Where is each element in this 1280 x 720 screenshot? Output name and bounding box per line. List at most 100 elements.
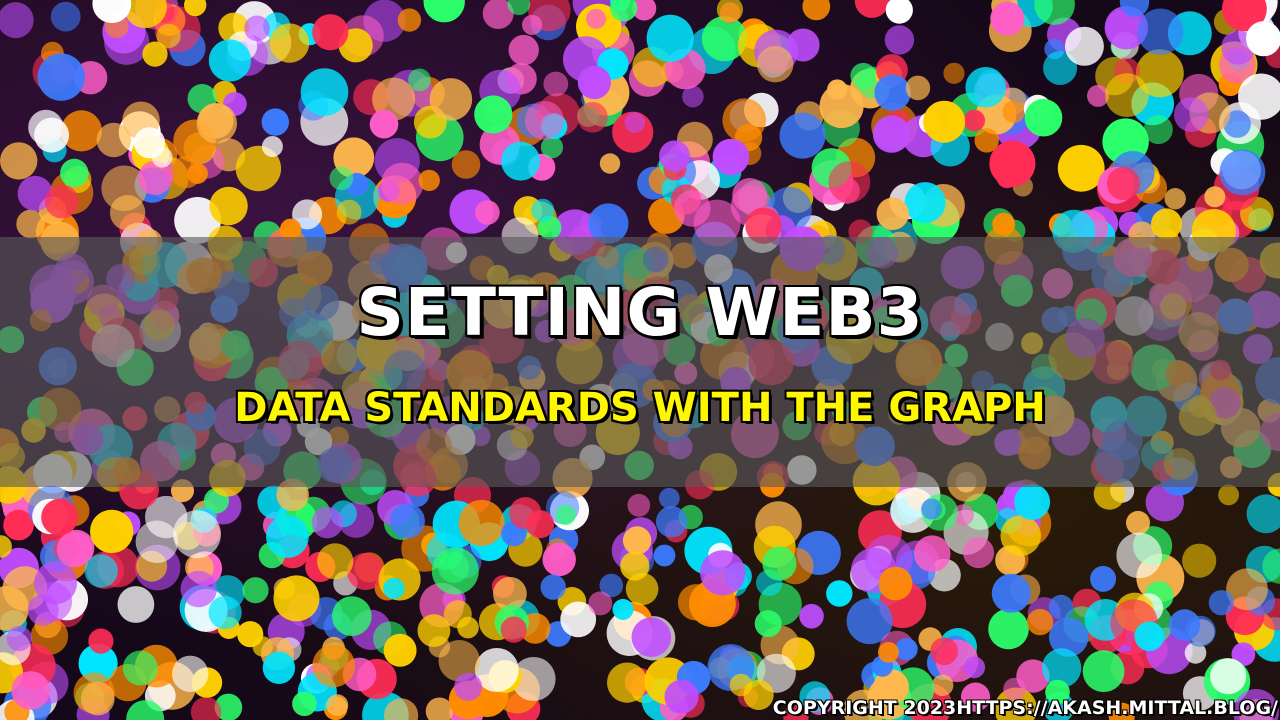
bokeh-light — [1116, 532, 1162, 579]
bokeh-light — [80, 681, 115, 716]
bokeh-light — [317, 543, 354, 580]
bokeh-light — [312, 644, 356, 688]
bokeh-light — [1208, 590, 1234, 616]
bokeh-light — [1246, 21, 1280, 57]
bokeh-light — [646, 14, 694, 62]
bokeh-light — [599, 153, 621, 174]
bokeh-light — [292, 691, 317, 717]
bokeh-light — [369, 109, 399, 139]
bokeh-light — [913, 535, 951, 572]
bokeh-light — [1184, 615, 1216, 647]
bokeh-light — [208, 595, 242, 630]
bokeh-light — [329, 166, 354, 191]
bokeh-light — [876, 197, 909, 230]
bokeh-light — [996, 167, 1018, 189]
bokeh-light — [872, 115, 911, 153]
bokeh-light — [383, 577, 405, 600]
bokeh-light — [624, 112, 646, 133]
bokeh-light — [874, 74, 911, 111]
bokeh-light — [336, 199, 362, 225]
bokeh-light — [1143, 115, 1173, 145]
bokeh-light — [458, 499, 505, 546]
bokeh-light — [34, 117, 70, 153]
bokeh-light — [90, 509, 134, 554]
bokeh-light — [655, 506, 688, 538]
bokeh-light — [1014, 484, 1051, 520]
bokeh-light — [700, 550, 746, 596]
bokeh-light — [244, 15, 270, 42]
bokeh-light — [884, 25, 915, 55]
bokeh-light — [885, 0, 913, 24]
bokeh-light — [196, 103, 237, 144]
bokeh-light — [423, 0, 465, 23]
bokeh-light — [612, 598, 634, 620]
bokeh-light — [500, 616, 527, 643]
bokeh-light — [1126, 510, 1150, 535]
bokeh-light — [501, 141, 541, 181]
bokeh-light — [187, 163, 208, 184]
bokeh-light — [631, 617, 672, 657]
bokeh-light — [151, 146, 173, 168]
bokeh-light — [273, 575, 320, 622]
bokeh-light — [261, 136, 283, 157]
bokeh-light — [508, 34, 539, 66]
bokeh-light — [1024, 98, 1063, 137]
bokeh-light — [1105, 73, 1149, 117]
bokeh-light — [11, 671, 50, 710]
bokeh-light — [895, 638, 918, 661]
bokeh-light — [1002, 100, 1026, 124]
bokeh-light — [60, 158, 89, 188]
bokeh-light — [266, 515, 309, 558]
bokeh-light — [802, 0, 831, 21]
bokeh-light — [1151, 208, 1182, 240]
bokeh-light — [543, 71, 569, 97]
bokeh-light — [397, 8, 422, 32]
bokeh-light — [754, 610, 782, 638]
bokeh-light — [826, 580, 853, 607]
bokeh-light — [1057, 144, 1105, 192]
bokeh-light — [1064, 26, 1104, 66]
bokeh-light — [931, 674, 954, 697]
bokeh-light — [990, 1, 1025, 36]
bokeh-light — [0, 2, 34, 39]
bokeh-light — [963, 109, 986, 132]
page-title: SETTING WEB3 — [356, 274, 924, 351]
bokeh-light — [269, 23, 310, 63]
bokeh-light — [135, 520, 179, 564]
bokeh-light — [664, 679, 699, 714]
bokeh-light — [1218, 484, 1239, 506]
bokeh-light — [474, 95, 513, 134]
bokeh-light — [1082, 650, 1125, 693]
bokeh-light — [1246, 494, 1280, 534]
bokeh-light — [37, 53, 85, 101]
copyright-text: COPYRIGHT 2023HTTPS://AKASH.MITTAL.BLOG/ — [772, 697, 1278, 719]
bokeh-light — [56, 531, 93, 568]
bokeh-light — [1137, 8, 1184, 55]
bokeh-light — [988, 608, 1029, 650]
bokeh-light — [331, 596, 372, 636]
bokeh-light — [722, 98, 766, 142]
bokeh-light — [930, 637, 958, 666]
bokeh-light — [172, 655, 209, 692]
bokeh-light — [208, 39, 251, 82]
bokeh-light — [622, 526, 652, 555]
bokeh-light — [1164, 188, 1186, 210]
bokeh-light — [381, 162, 424, 205]
bokeh-light — [312, 14, 349, 51]
bokeh-light — [522, 14, 543, 35]
bokeh-light — [878, 566, 913, 601]
bokeh-light — [1000, 515, 1041, 556]
bokeh-light — [454, 673, 483, 701]
bokeh-light — [729, 673, 753, 697]
bokeh-light — [383, 633, 417, 667]
bokeh-light — [577, 102, 608, 133]
bokeh-light — [963, 537, 995, 569]
bokeh-light — [540, 574, 566, 600]
bokeh-light — [44, 184, 79, 219]
bokeh-light — [457, 616, 479, 639]
bokeh-light — [88, 628, 114, 654]
bokeh-light — [991, 573, 1031, 613]
bokeh-light — [475, 200, 500, 225]
bokeh-light — [762, 546, 797, 581]
bokeh-light — [577, 65, 612, 100]
